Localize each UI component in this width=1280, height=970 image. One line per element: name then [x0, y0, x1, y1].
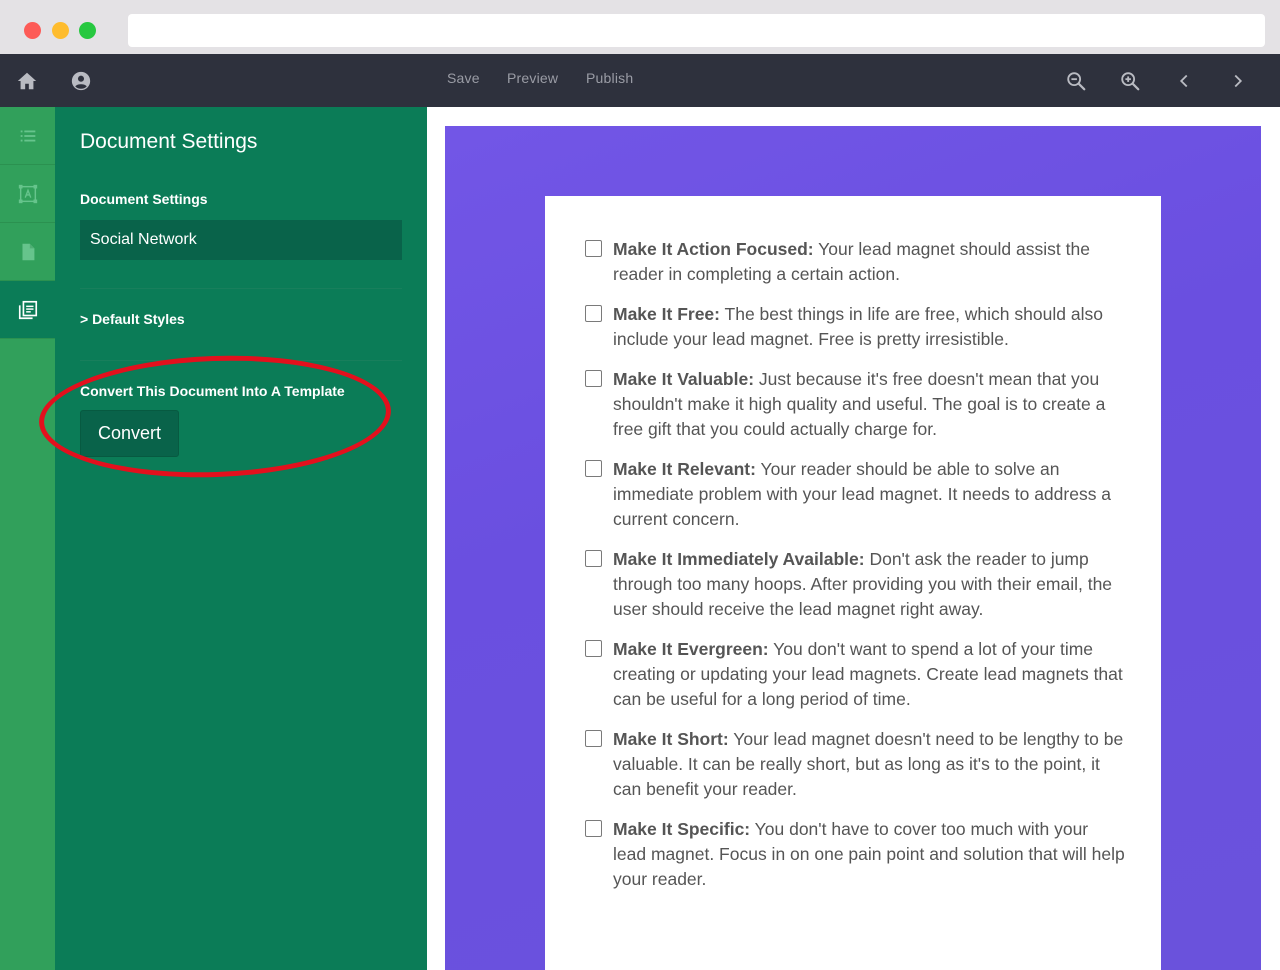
page-icon [22, 243, 34, 260]
convert-button[interactable]: Convert [80, 410, 179, 457]
divider [80, 288, 402, 289]
document-settings-panel: Document Settings Document Settings > De… [55, 107, 427, 970]
checklist-item-title: Make It Valuable: [613, 369, 755, 389]
document-page: Make It Action Focused: Your lead magnet… [545, 196, 1161, 970]
checklist-item-text: Make It Short: Your lead magnet doesn't … [613, 727, 1125, 802]
checklist-item-title: Make It Relevant: [613, 459, 756, 479]
checkbox[interactable] [585, 460, 602, 477]
checklist-item-text: Make It Valuable: Just because it's free… [613, 367, 1125, 442]
template-label: Convert This Document Into A Template [80, 383, 345, 399]
checklist-item-text: Make It Specific: You don't have to cove… [613, 817, 1125, 892]
editor-toolbar: Save Preview Publish [0, 54, 1280, 107]
checkbox[interactable] [585, 370, 602, 387]
close-window-button[interactable] [24, 22, 41, 39]
zoom-in-icon[interactable] [1117, 68, 1143, 94]
chevron-right-icon[interactable] [1225, 68, 1251, 94]
browser-chrome [0, 0, 1280, 54]
checklist-item: Make It Free: The best things in life ar… [585, 302, 1125, 352]
save-button[interactable]: Save [447, 70, 480, 86]
checklist-item: Make It Short: Your lead magnet doesn't … [585, 727, 1125, 802]
document-settings-icon [18, 300, 37, 319]
default-styles-toggle[interactable]: > Default Styles [80, 311, 185, 327]
checklist-item-title: Make It Evergreen: [613, 639, 769, 659]
rail-item-list[interactable] [0, 107, 55, 165]
checklist-item-text: Make It Action Focused: Your lead magnet… [613, 237, 1125, 287]
document-settings-label: Document Settings [80, 191, 208, 207]
rail-item-document-settings[interactable] [0, 281, 55, 339]
text-box-icon [18, 184, 37, 203]
tool-rail [0, 107, 55, 970]
checklist-item: Make It Relevant: Your reader should be … [585, 457, 1125, 532]
checkbox[interactable] [585, 640, 602, 657]
preview-button[interactable]: Preview [507, 70, 558, 86]
rail-item-text-box[interactable] [0, 165, 55, 223]
checkbox[interactable] [585, 550, 602, 567]
checklist-item-text: Make It Evergreen: You don't want to spe… [613, 637, 1125, 712]
panel-title: Document Settings [80, 130, 258, 153]
checklist-item: Make It Immediately Available: Don't ask… [585, 547, 1125, 622]
checkbox[interactable] [585, 730, 602, 747]
checkbox[interactable] [585, 240, 602, 257]
checklist-item: Make It Action Focused: Your lead magnet… [585, 237, 1125, 287]
checklist-item-title: Make It Free: [613, 304, 720, 324]
account-icon[interactable] [68, 68, 94, 94]
checklist-item-text: Make It Relevant: Your reader should be … [613, 457, 1125, 532]
checklist-item-text: Make It Free: The best things in life ar… [613, 302, 1125, 352]
document-name-input[interactable] [80, 220, 402, 260]
address-bar[interactable] [128, 14, 1265, 47]
checklist-item: Make It Specific: You don't have to cove… [585, 817, 1125, 892]
checklist-item-text: Make It Immediately Available: Don't ask… [613, 547, 1125, 622]
chevron-left-icon[interactable] [1171, 68, 1197, 94]
checklist-item-title: Make It Short: [613, 729, 729, 749]
checklist-item-title: Make It Specific: [613, 819, 751, 839]
checklist-item-title: Make It Immediately Available: [613, 549, 865, 569]
list-icon [20, 130, 35, 141]
rail-item-page[interactable] [0, 223, 55, 281]
zoom-out-icon[interactable] [1063, 68, 1089, 94]
page-background: Make It Action Focused: Your lead magnet… [445, 126, 1261, 970]
checkbox[interactable] [585, 820, 602, 837]
checklist-item-title: Make It Action Focused: [613, 239, 814, 259]
document-canvas: Make It Action Focused: Your lead magnet… [427, 107, 1280, 970]
checklist-item: Make It Evergreen: You don't want to spe… [585, 637, 1125, 712]
divider [80, 360, 402, 361]
minimize-window-button[interactable] [52, 22, 69, 39]
checkbox[interactable] [585, 305, 602, 322]
home-icon[interactable] [14, 68, 40, 94]
checklist-item: Make It Valuable: Just because it's free… [585, 367, 1125, 442]
maximize-window-button[interactable] [79, 22, 96, 39]
publish-button[interactable]: Publish [586, 70, 633, 86]
